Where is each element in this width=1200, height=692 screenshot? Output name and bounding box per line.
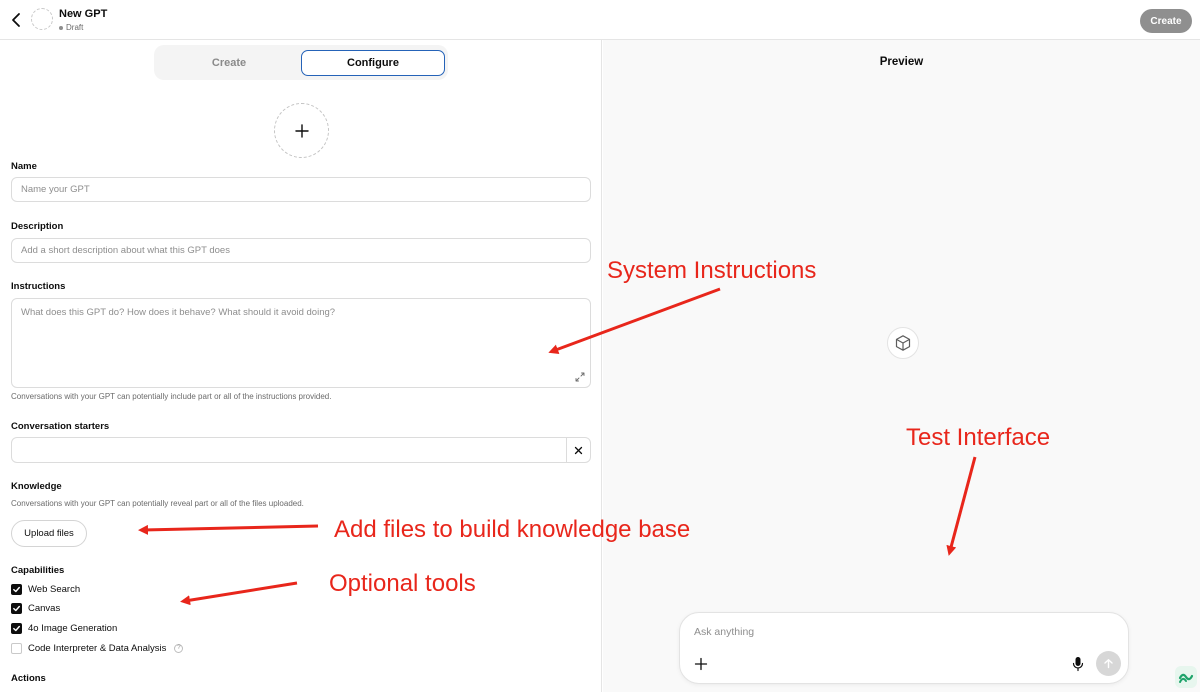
checkbox-checked[interactable] xyxy=(11,622,22,634)
capability-label: Web Search xyxy=(28,583,81,595)
capability-label: Code Interpreter & Data Analysis xyxy=(28,642,167,654)
mic-icon[interactable] xyxy=(1072,656,1084,672)
capability-web-search[interactable]: Web Search xyxy=(11,583,80,595)
avatar-upload-button[interactable] xyxy=(274,103,329,158)
close-icon xyxy=(574,446,583,454)
help-icon[interactable]: ? xyxy=(174,643,184,653)
instructions-textarea[interactable]: What does this GPT do? How does it behav… xyxy=(11,298,591,388)
tab-configure[interactable]: Configure xyxy=(301,50,445,76)
arrow-up-icon xyxy=(1104,659,1113,669)
tab-create[interactable]: Create xyxy=(159,50,299,76)
actions-label: Actions xyxy=(11,673,46,684)
instructions-label: Instructions xyxy=(11,281,66,292)
checkbox-checked[interactable] xyxy=(11,583,22,595)
preview-title: Preview xyxy=(879,56,924,68)
description-input[interactable]: Add a short description about what this … xyxy=(11,238,591,263)
plus-icon xyxy=(294,123,309,138)
mode-tabs: Create Configure xyxy=(154,45,448,80)
annotation-system-instructions: System Instructions xyxy=(607,257,817,284)
status-label: Draft xyxy=(66,23,84,32)
starters-label: Conversation starters xyxy=(11,421,110,432)
gpt-placeholder-avatar xyxy=(887,327,919,359)
annotation-optional-tools: Optional tools xyxy=(329,570,476,597)
capabilities-label: Capabilities xyxy=(11,565,65,576)
check-icon xyxy=(13,586,20,592)
corner-logo xyxy=(1175,666,1197,688)
check-icon xyxy=(13,625,20,631)
knowledge-label: Knowledge xyxy=(11,481,62,492)
annotation-test-interface: Test Interface xyxy=(906,424,1051,451)
description-label: Description xyxy=(11,221,64,232)
create-button[interactable]: Create xyxy=(1140,9,1192,33)
check-icon xyxy=(13,605,20,611)
preview-panel: Preview Ask anything xyxy=(603,40,1200,692)
name-label: Name xyxy=(11,161,37,172)
chat-composer[interactable]: Ask anything xyxy=(679,612,1129,684)
instructions-hint: Conversations with your GPT can potentia… xyxy=(11,392,332,401)
capability-label: 4o Image Generation xyxy=(28,622,118,634)
capability-label: Canvas xyxy=(28,602,61,614)
name-input[interactable]: Name your GPT xyxy=(11,177,591,202)
plus-icon[interactable] xyxy=(694,657,708,671)
instructions-placeholder: What does this GPT do? How does it behav… xyxy=(21,307,336,318)
checkbox-checked[interactable] xyxy=(11,602,22,614)
cube-icon xyxy=(895,335,911,351)
chevron-left-icon xyxy=(12,13,20,27)
checkbox-unchecked[interactable] xyxy=(11,642,22,654)
gpt-title: New GPT xyxy=(59,8,108,20)
logo-icon xyxy=(1178,673,1194,683)
starter-input[interactable] xyxy=(11,437,591,463)
resize-icon[interactable] xyxy=(575,372,585,382)
capability-canvas[interactable]: Canvas xyxy=(11,602,60,614)
top-bar: New GPT Draft Create xyxy=(0,0,1200,40)
capability-code-interpreter[interactable]: Code Interpreter & Data Analysis ? xyxy=(11,642,184,654)
send-button[interactable] xyxy=(1096,651,1121,676)
status-dot-icon xyxy=(59,25,63,30)
knowledge-hint: Conversations with your GPT can potentia… xyxy=(11,499,304,508)
composer-input[interactable]: Ask anything xyxy=(694,626,754,638)
upload-files-button[interactable]: Upload files xyxy=(11,520,87,547)
annotation-knowledge-base: Add files to build knowledge base xyxy=(334,516,691,543)
draft-status: Draft xyxy=(59,23,83,32)
remove-starter-button[interactable] xyxy=(566,438,590,462)
configure-panel: Create Configure Name Name your GPT Desc… xyxy=(0,40,602,692)
capability-image-generation[interactable]: 4o Image Generation xyxy=(11,622,117,634)
gpt-avatar xyxy=(31,8,53,30)
back-button[interactable] xyxy=(8,10,26,30)
